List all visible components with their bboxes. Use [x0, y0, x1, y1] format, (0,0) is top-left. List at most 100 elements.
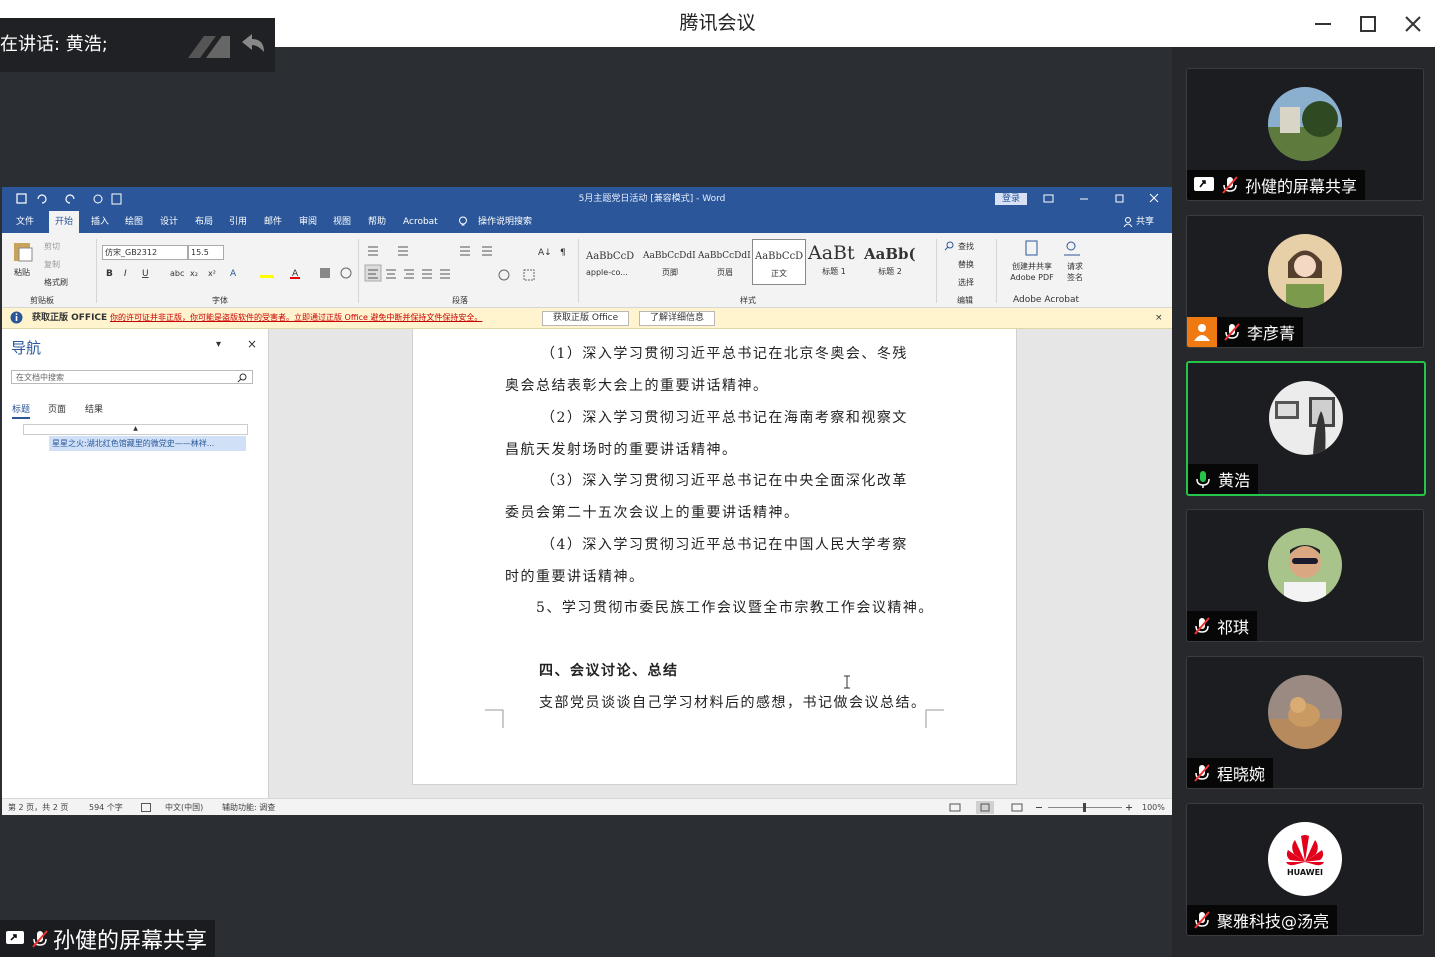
nav-tab-results[interactable]: 结果 — [85, 402, 103, 415]
doc-line: （1）深入学习贯彻习近平总书记在北京冬奥会、冬残 — [541, 346, 908, 362]
font-format-toolbar[interactable]: B I U abc x₂ x² A A — [102, 265, 352, 281]
tab-references[interactable]: 引用 — [229, 211, 247, 233]
word-window-controls[interactable] — [1042, 192, 1167, 206]
annotation-tools-icon[interactable] — [186, 28, 266, 62]
copy-button[interactable]: 复制 — [44, 259, 60, 270]
learn-more-button[interactable]: 了解详细信息 — [639, 311, 716, 326]
doc-line: 委员会第二十五次会议上的重要讲话精神。 — [505, 505, 800, 521]
view-mode-buttons[interactable] — [948, 801, 1038, 814]
zoom-slider[interactable] — [1034, 801, 1138, 814]
share-button[interactable]: 共享 — [1136, 211, 1154, 233]
doc-heading: 四、会议讨论、总结 — [539, 663, 679, 679]
participant-tile[interactable]: 孙健的屏幕共享 — [1186, 68, 1424, 201]
login-button[interactable]: 登录 — [995, 193, 1027, 205]
zoom-level[interactable]: 100% — [1142, 799, 1165, 815]
participant-tile[interactable]: 黄浩 — [1186, 361, 1426, 496]
nav-search-input[interactable]: 在文档中搜索 — [11, 370, 253, 384]
nav-title: 导航 — [11, 339, 42, 357]
nav-options-button[interactable]: ▾ — [216, 339, 221, 350]
acrobat-group-label: Adobe Acrobat — [1013, 295, 1080, 305]
warning-close-button[interactable]: × — [1155, 308, 1163, 328]
svg-text:abc: abc — [170, 269, 184, 278]
participant-nameplate: 程晓婉 — [1187, 758, 1274, 788]
style-header[interactable]: AaBbCcDdI 页眉 — [698, 239, 752, 285]
proofing-icon[interactable] — [141, 803, 151, 812]
nav-collapse-handle[interactable]: ▲ — [23, 424, 248, 435]
edit-group-label: 编辑 — [957, 296, 973, 305]
navigation-pane: 导航 ▾ × 在文档中搜索 标题 页面 结果 ▲ 星星之火:湖北红色馆藏里的微党… — [2, 329, 269, 798]
svg-text:HUAWEI: HUAWEI — [1287, 868, 1323, 877]
format-painter-button[interactable]: 格式刷 — [44, 277, 68, 288]
maximize-button[interactable] — [1345, 0, 1391, 47]
style-heading-2[interactable]: AaBb( 标题 2 — [864, 239, 916, 285]
find-button[interactable]: 查找 — [958, 241, 974, 252]
style-footer[interactable]: AaBbCcDdI 页脚 — [643, 239, 697, 285]
document-page[interactable]: （1）深入学习贯彻习近平总书记在北京冬奥会、冬残 奥会总结表彰大会上的重要讲话精… — [412, 329, 1017, 785]
svg-text:x²: x² — [208, 269, 216, 278]
doc-line: 奥会总结表彰大会上的重要讲话精神。 — [505, 378, 769, 394]
tab-design[interactable]: 设计 — [160, 211, 178, 233]
tell-me-search[interactable]: 操作说明搜索 — [478, 211, 532, 233]
warning-text[interactable]: 你的许可证并非正版，你可能是盗版软件的受害者。立即通过正版 Office 避免中… — [110, 308, 482, 328]
participant-name: 聚雅科技@汤亮 — [1217, 912, 1330, 931]
clipboard-group-label: 剪贴板 — [30, 296, 54, 305]
screen-share-name: 孙健的屏幕共享 — [53, 928, 208, 954]
tab-layout[interactable]: 布局 — [195, 211, 213, 233]
word-status-bar: 第 2 页，共 2 页 594 个字 中文(中国) 辅助功能: 调查 100% — [2, 798, 1172, 815]
create-pdf-button[interactable]: 创建并共享 Adobe PDF — [1007, 261, 1057, 283]
svg-text:x₂: x₂ — [190, 269, 198, 278]
svg-text:A: A — [230, 269, 237, 279]
request-signature-button[interactable]: 请求 签名 — [1062, 261, 1088, 283]
ribbon-tabs: 文件 开始 插入 绘图 设计 布局 引用 邮件 审阅 视图 帮助 Acrobat… — [2, 211, 1172, 233]
styles-gallery: AaBbCcD apple-co... AaBbCcDdI 页脚 AaBbCcD… — [586, 239, 926, 287]
speaking-text: 在讲话: 黄浩; — [0, 34, 108, 55]
tab-file[interactable]: 文件 — [16, 211, 34, 233]
word-count[interactable]: 594 个字 — [89, 799, 123, 815]
participant-tile[interactable]: 程晓婉 — [1186, 656, 1424, 789]
cut-button[interactable]: 剪切 — [44, 241, 60, 252]
tab-help[interactable]: 帮助 — [368, 211, 386, 233]
tab-review[interactable]: 审阅 — [299, 211, 317, 233]
paragraph-toolbar[interactable]: A↓ ¶ — [364, 243, 574, 287]
tab-view[interactable]: 视图 — [333, 211, 351, 233]
tab-draw[interactable]: 绘图 — [125, 211, 143, 233]
minimize-button[interactable] — [1300, 0, 1346, 47]
font-size-select[interactable]: 15.5 — [188, 245, 224, 260]
style-apple-converted[interactable]: AaBbCcD apple-co... — [586, 239, 640, 285]
style-heading-1[interactable]: AaBt 标题 1 — [808, 239, 860, 285]
mic-muted-icon — [1194, 911, 1210, 929]
nav-tab-headings[interactable]: 标题 — [12, 402, 31, 419]
info-icon — [10, 311, 23, 324]
close-button[interactable] — [1390, 0, 1435, 47]
style-normal[interactable]: AaBbCcD 正文 — [752, 239, 806, 285]
tab-acrobat[interactable]: Acrobat — [403, 211, 438, 233]
person-badge — [1187, 317, 1217, 347]
replace-button[interactable]: 替换 — [958, 259, 974, 270]
svg-text:¶: ¶ — [560, 248, 566, 258]
nav-close-button[interactable]: × — [247, 337, 257, 351]
page-count[interactable]: 第 2 页，共 2 页 — [8, 799, 68, 815]
tab-insert[interactable]: 插入 — [91, 211, 109, 233]
close-icon — [1405, 15, 1421, 32]
paste-icon[interactable] — [11, 239, 35, 263]
select-button[interactable]: 选择 — [958, 277, 974, 288]
font-name-select[interactable]: 仿宋_GB2312 — [102, 245, 188, 260]
participant-nameplate: 黄浩 — [1188, 464, 1259, 494]
participant-nameplate: 祁琪 — [1187, 611, 1258, 641]
margin-corner-right — [925, 709, 944, 728]
accessibility-status[interactable]: 辅助功能: 调查 — [222, 799, 275, 815]
participant-tile[interactable]: 祁琪 — [1186, 509, 1424, 642]
tab-home[interactable]: 开始 — [49, 211, 79, 233]
search-icon — [944, 241, 954, 251]
participant-tile[interactable]: 李彦菁 — [1186, 215, 1424, 348]
margin-corner-left — [485, 709, 504, 728]
participant-tile[interactable]: HUAWEI 聚雅科技@汤亮 — [1186, 803, 1424, 936]
nav-heading-item[interactable]: 星星之火:湖北红色馆藏里的微党史——林祥... — [49, 436, 246, 451]
get-office-button[interactable]: 获取正版 Office — [542, 311, 630, 326]
tab-mailings[interactable]: 邮件 — [264, 211, 282, 233]
language-status[interactable]: 中文(中国) — [165, 799, 203, 815]
warning-title: 获取正版 OFFICE — [32, 313, 108, 323]
avatar — [1268, 528, 1342, 602]
nav-tab-pages[interactable]: 页面 — [48, 402, 66, 415]
avatar — [1268, 87, 1342, 161]
